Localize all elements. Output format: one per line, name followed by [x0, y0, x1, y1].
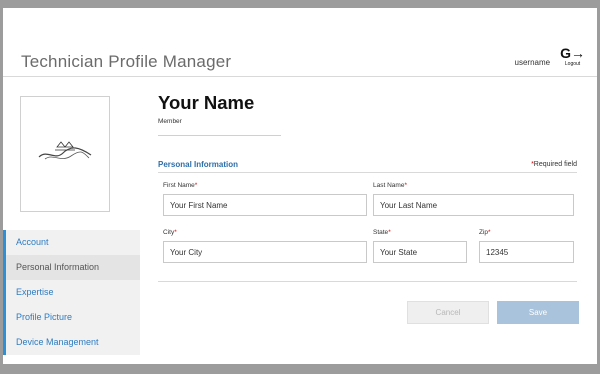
required-asterisk: * [194, 182, 198, 189]
required-note: *Required field [531, 161, 577, 168]
city-field[interactable] [163, 241, 367, 263]
user-area: username G→ Logout [515, 46, 585, 67]
app-window: Technician Profile Manager username G→ L… [3, 8, 597, 364]
sidebar-item-personal-information[interactable]: Personal Information [3, 255, 140, 280]
name-divider [158, 135, 281, 136]
city-label-text: City [163, 229, 175, 236]
city-label: City* [163, 229, 177, 236]
sidebar-item-account[interactable]: Account [3, 230, 140, 255]
required-asterisk: * [388, 229, 391, 236]
state-label-text: State [373, 229, 389, 236]
section-divider [158, 172, 577, 173]
save-button[interactable]: Save [497, 301, 579, 324]
profile-role: Member [158, 118, 182, 125]
last-name-label: Last Name* [373, 182, 407, 189]
sidebar-item-expertise[interactable]: Expertise [3, 280, 140, 305]
last-name-label-text: Last Name [373, 182, 405, 189]
logout-label: Logout [564, 61, 581, 67]
state-label: State* [373, 229, 391, 236]
form-divider [158, 281, 577, 282]
profile-picture [20, 96, 110, 212]
username-link[interactable]: username [515, 58, 551, 67]
profile-name: Your Name [158, 92, 255, 113]
first-name-label: First Name* [163, 182, 197, 189]
logout-button[interactable]: G→ Logout [560, 46, 585, 67]
profile-header: Your Name Member [158, 92, 254, 125]
zip-label-text: Zip [479, 229, 489, 236]
first-name-label-text: First Name [163, 182, 195, 189]
required-asterisk: * [404, 182, 407, 189]
app-title: Technician Profile Manager [21, 52, 232, 71]
section-title: Personal Information [158, 160, 239, 169]
signature-logo-icon [38, 141, 92, 160]
state-field[interactable] [373, 241, 467, 263]
sidebar-item-profile-picture[interactable]: Profile Picture [3, 305, 140, 330]
header-divider [3, 76, 597, 77]
logout-icon: G→ [560, 45, 585, 61]
zip-field[interactable] [479, 241, 574, 263]
required-asterisk: * [488, 229, 491, 236]
required-asterisk: * [174, 229, 177, 236]
cancel-button[interactable]: Cancel [407, 301, 489, 324]
first-name-field[interactable] [163, 194, 367, 216]
sidebar-item-device-management[interactable]: Device Management [3, 330, 140, 355]
last-name-field[interactable] [373, 194, 574, 216]
zip-label: Zip* [479, 229, 491, 236]
required-note-text: Required field [533, 161, 577, 168]
sidebar-nav: Account Personal Information Expertise P… [3, 230, 140, 355]
